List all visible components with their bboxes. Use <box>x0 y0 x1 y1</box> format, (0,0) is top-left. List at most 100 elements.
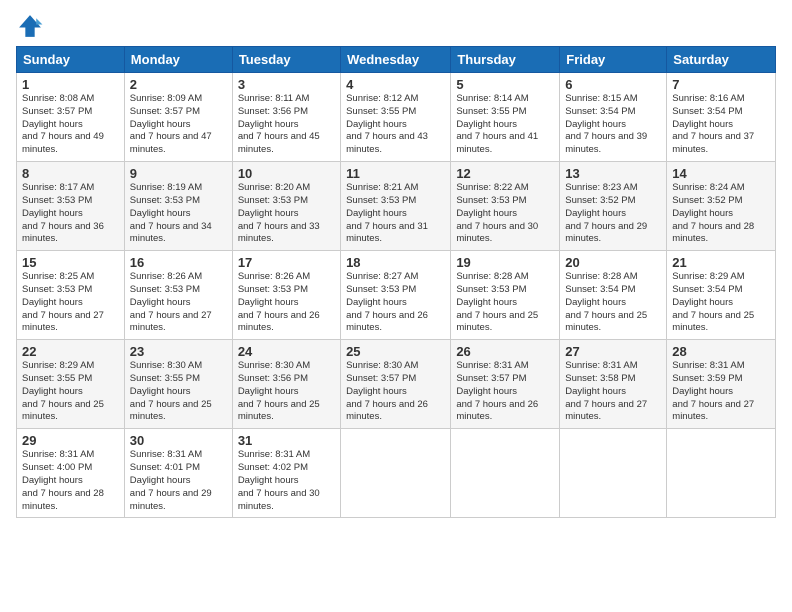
day-number: 14 <box>672 166 770 181</box>
calendar-cell <box>667 429 776 518</box>
day-number: 12 <box>456 166 554 181</box>
calendar-cell: 16 Sunrise: 8:26 AMSunset: 3:53 PMDaylig… <box>124 251 232 340</box>
day-number: 3 <box>238 77 335 92</box>
calendar-cell: 14 Sunrise: 8:24 AMSunset: 3:52 PMDaylig… <box>667 162 776 251</box>
calendar-cell: 6 Sunrise: 8:15 AMSunset: 3:54 PMDayligh… <box>560 73 667 162</box>
calendar-cell: 20 Sunrise: 8:28 AMSunset: 3:54 PMDaylig… <box>560 251 667 340</box>
calendar-cell: 24 Sunrise: 8:30 AMSunset: 3:56 PMDaylig… <box>232 340 340 429</box>
cell-text: Sunrise: 8:27 AMSunset: 3:53 PMDaylight … <box>346 271 428 333</box>
cell-text: Sunrise: 8:23 AMSunset: 3:52 PMDaylight … <box>565 182 647 244</box>
calendar-table: SundayMondayTuesdayWednesdayThursdayFrid… <box>16 46 776 518</box>
calendar-week-2: 8 Sunrise: 8:17 AMSunset: 3:53 PMDayligh… <box>17 162 776 251</box>
calendar-cell: 13 Sunrise: 8:23 AMSunset: 3:52 PMDaylig… <box>560 162 667 251</box>
cell-text: Sunrise: 8:31 AMSunset: 3:57 PMDaylight … <box>456 360 538 422</box>
calendar-cell: 8 Sunrise: 8:17 AMSunset: 3:53 PMDayligh… <box>17 162 125 251</box>
cell-text: Sunrise: 8:14 AMSunset: 3:55 PMDaylight … <box>456 93 538 155</box>
cell-text: Sunrise: 8:31 AMSunset: 4:02 PMDaylight … <box>238 449 320 511</box>
calendar-cell <box>451 429 560 518</box>
page: SundayMondayTuesdayWednesdayThursdayFrid… <box>0 0 792 612</box>
calendar-header-wednesday: Wednesday <box>341 47 451 73</box>
calendar-cell: 4 Sunrise: 8:12 AMSunset: 3:55 PMDayligh… <box>341 73 451 162</box>
day-number: 24 <box>238 344 335 359</box>
calendar-cell: 30 Sunrise: 8:31 AMSunset: 4:01 PMDaylig… <box>124 429 232 518</box>
calendar-header-friday: Friday <box>560 47 667 73</box>
cell-text: Sunrise: 8:19 AMSunset: 3:53 PMDaylight … <box>130 182 212 244</box>
calendar-cell: 3 Sunrise: 8:11 AMSunset: 3:56 PMDayligh… <box>232 73 340 162</box>
calendar-cell: 9 Sunrise: 8:19 AMSunset: 3:53 PMDayligh… <box>124 162 232 251</box>
day-number: 15 <box>22 255 119 270</box>
day-number: 20 <box>565 255 661 270</box>
day-number: 4 <box>346 77 445 92</box>
cell-text: Sunrise: 8:16 AMSunset: 3:54 PMDaylight … <box>672 93 754 155</box>
cell-text: Sunrise: 8:20 AMSunset: 3:53 PMDaylight … <box>238 182 320 244</box>
calendar-cell: 17 Sunrise: 8:26 AMSunset: 3:53 PMDaylig… <box>232 251 340 340</box>
calendar-cell: 7 Sunrise: 8:16 AMSunset: 3:54 PMDayligh… <box>667 73 776 162</box>
cell-text: Sunrise: 8:26 AMSunset: 3:53 PMDaylight … <box>238 271 320 333</box>
day-number: 21 <box>672 255 770 270</box>
cell-text: Sunrise: 8:30 AMSunset: 3:56 PMDaylight … <box>238 360 320 422</box>
calendar-cell: 22 Sunrise: 8:29 AMSunset: 3:55 PMDaylig… <box>17 340 125 429</box>
calendar-header-row: SundayMondayTuesdayWednesdayThursdayFrid… <box>17 47 776 73</box>
calendar-week-3: 15 Sunrise: 8:25 AMSunset: 3:53 PMDaylig… <box>17 251 776 340</box>
cell-text: Sunrise: 8:31 AMSunset: 4:01 PMDaylight … <box>130 449 212 511</box>
cell-text: Sunrise: 8:29 AMSunset: 3:54 PMDaylight … <box>672 271 754 333</box>
cell-text: Sunrise: 8:31 AMSunset: 3:58 PMDaylight … <box>565 360 647 422</box>
cell-text: Sunrise: 8:24 AMSunset: 3:52 PMDaylight … <box>672 182 754 244</box>
day-number: 22 <box>22 344 119 359</box>
calendar-week-5: 29 Sunrise: 8:31 AMSunset: 4:00 PMDaylig… <box>17 429 776 518</box>
calendar-header-tuesday: Tuesday <box>232 47 340 73</box>
day-number: 19 <box>456 255 554 270</box>
day-number: 5 <box>456 77 554 92</box>
cell-text: Sunrise: 8:17 AMSunset: 3:53 PMDaylight … <box>22 182 104 244</box>
cell-text: Sunrise: 8:28 AMSunset: 3:54 PMDaylight … <box>565 271 647 333</box>
header <box>16 12 776 40</box>
calendar-week-4: 22 Sunrise: 8:29 AMSunset: 3:55 PMDaylig… <box>17 340 776 429</box>
day-number: 30 <box>130 433 227 448</box>
cell-text: Sunrise: 8:30 AMSunset: 3:57 PMDaylight … <box>346 360 428 422</box>
day-number: 25 <box>346 344 445 359</box>
calendar-cell <box>341 429 451 518</box>
calendar-cell: 1 Sunrise: 8:08 AMSunset: 3:57 PMDayligh… <box>17 73 125 162</box>
calendar-cell: 23 Sunrise: 8:30 AMSunset: 3:55 PMDaylig… <box>124 340 232 429</box>
day-number: 1 <box>22 77 119 92</box>
cell-text: Sunrise: 8:15 AMSunset: 3:54 PMDaylight … <box>565 93 647 155</box>
calendar-cell: 25 Sunrise: 8:30 AMSunset: 3:57 PMDaylig… <box>341 340 451 429</box>
cell-text: Sunrise: 8:29 AMSunset: 3:55 PMDaylight … <box>22 360 104 422</box>
calendar-cell: 10 Sunrise: 8:20 AMSunset: 3:53 PMDaylig… <box>232 162 340 251</box>
calendar-cell: 27 Sunrise: 8:31 AMSunset: 3:58 PMDaylig… <box>560 340 667 429</box>
day-number: 6 <box>565 77 661 92</box>
day-number: 16 <box>130 255 227 270</box>
day-number: 23 <box>130 344 227 359</box>
cell-text: Sunrise: 8:31 AMSunset: 4:00 PMDaylight … <box>22 449 104 511</box>
day-number: 2 <box>130 77 227 92</box>
cell-text: Sunrise: 8:28 AMSunset: 3:53 PMDaylight … <box>456 271 538 333</box>
logo <box>16 12 48 40</box>
calendar-cell: 19 Sunrise: 8:28 AMSunset: 3:53 PMDaylig… <box>451 251 560 340</box>
day-number: 18 <box>346 255 445 270</box>
day-number: 26 <box>456 344 554 359</box>
day-number: 11 <box>346 166 445 181</box>
cell-text: Sunrise: 8:31 AMSunset: 3:59 PMDaylight … <box>672 360 754 422</box>
day-number: 8 <box>22 166 119 181</box>
day-number: 7 <box>672 77 770 92</box>
calendar-week-1: 1 Sunrise: 8:08 AMSunset: 3:57 PMDayligh… <box>17 73 776 162</box>
cell-text: Sunrise: 8:25 AMSunset: 3:53 PMDaylight … <box>22 271 104 333</box>
calendar-cell: 26 Sunrise: 8:31 AMSunset: 3:57 PMDaylig… <box>451 340 560 429</box>
day-number: 31 <box>238 433 335 448</box>
day-number: 28 <box>672 344 770 359</box>
calendar-cell: 5 Sunrise: 8:14 AMSunset: 3:55 PMDayligh… <box>451 73 560 162</box>
day-number: 10 <box>238 166 335 181</box>
day-number: 9 <box>130 166 227 181</box>
calendar-header-sunday: Sunday <box>17 47 125 73</box>
cell-text: Sunrise: 8:11 AMSunset: 3:56 PMDaylight … <box>238 93 320 155</box>
day-number: 27 <box>565 344 661 359</box>
cell-text: Sunrise: 8:22 AMSunset: 3:53 PMDaylight … <box>456 182 538 244</box>
calendar-cell: 28 Sunrise: 8:31 AMSunset: 3:59 PMDaylig… <box>667 340 776 429</box>
day-number: 17 <box>238 255 335 270</box>
day-number: 29 <box>22 433 119 448</box>
calendar-cell: 21 Sunrise: 8:29 AMSunset: 3:54 PMDaylig… <box>667 251 776 340</box>
calendar-header-thursday: Thursday <box>451 47 560 73</box>
calendar-cell: 31 Sunrise: 8:31 AMSunset: 4:02 PMDaylig… <box>232 429 340 518</box>
logo-icon <box>16 12 44 40</box>
calendar-header-saturday: Saturday <box>667 47 776 73</box>
